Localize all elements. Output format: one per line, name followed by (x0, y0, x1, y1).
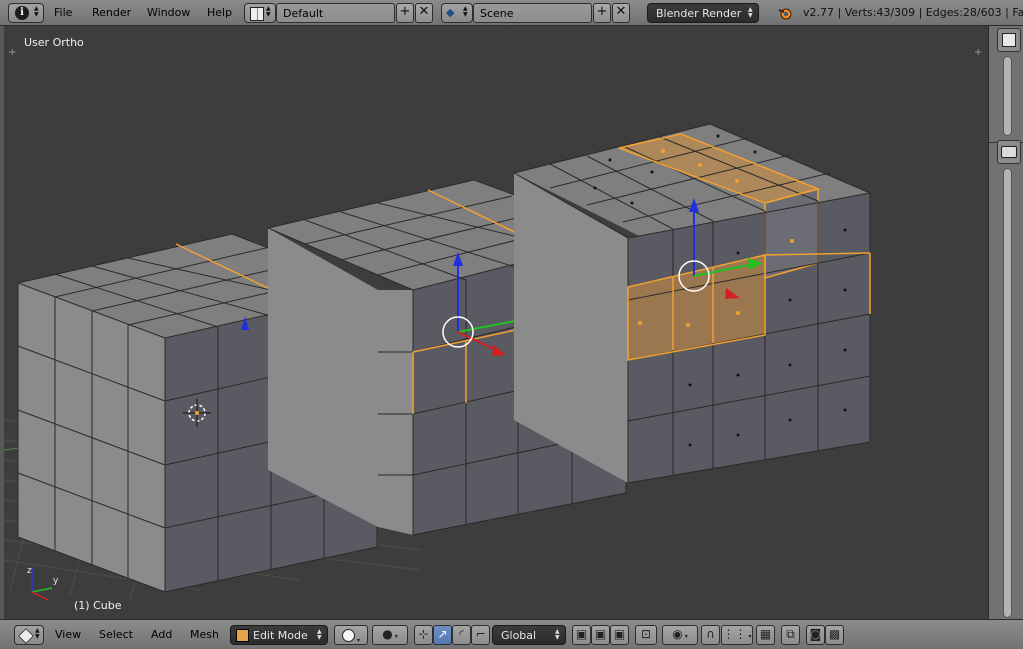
edit-mode-icon (236, 629, 249, 642)
render-animation-button[interactable]: ▩ (825, 625, 844, 645)
chevron-updown-icon: ▲ ▼ (748, 6, 753, 19)
info-icon: i (15, 6, 29, 20)
manipulator-toggle[interactable]: ⊹ (414, 625, 433, 645)
view-axis-gizmo (31, 568, 53, 601)
render-image-button[interactable]: ◙ (806, 625, 825, 645)
chevron-updown-icon: ▲ ▼ (463, 5, 468, 18)
cube-icon: ▣ (613, 627, 626, 641)
mesh-scene[interactable] (4, 27, 988, 619)
outliner-editor-button[interactable] (997, 28, 1021, 52)
chevron-updown-icon: ▲ ▼ (555, 628, 560, 641)
magnet-icon: ∩ (706, 627, 715, 641)
chevron-updown-icon: ▲ ▼ (317, 628, 322, 641)
menu-view[interactable]: View (55, 628, 81, 641)
view3d-header: ▲ ▼ View Select Add Mesh Edit Mode ▲ ▼ ▾ ●… (0, 619, 1023, 649)
screen-layout-browse-button[interactable]: ▲ ▼ (244, 3, 276, 23)
3d-viewport[interactable]: User Ortho (1) Cube z y + + (4, 27, 988, 619)
mesh-cube-right (513, 123, 871, 484)
mode-label: Edit Mode (253, 629, 308, 642)
layer-button-2[interactable]: ▣ (591, 625, 610, 645)
axis-z-label: z (27, 566, 32, 576)
scene-statistics: v2.77 | Verts:43/309 | Edges:28/603 | Fa… (803, 6, 1023, 19)
menu-add[interactable]: Add (151, 628, 172, 641)
properties-icon (1001, 146, 1017, 158)
object-name-label: (1) Cube (74, 599, 122, 612)
copy-icon: ⧉ (786, 627, 795, 641)
render-engine-label: Blender Render (656, 7, 742, 20)
pivot-point-button[interactable]: ● ▾ (372, 625, 408, 645)
camera-icon: ◙ (809, 627, 822, 641)
menu-window[interactable]: Window (147, 6, 190, 19)
pivot-icon: ● (382, 627, 393, 641)
layer-button-3[interactable]: ▣ (610, 625, 629, 645)
render-engine-dropdown[interactable]: Blender Render ▲ ▼ (647, 3, 759, 23)
tool-shelf-expand-icon[interactable]: + (8, 47, 16, 58)
orientation-label: Global (501, 629, 537, 642)
properties-expand-icon[interactable]: + (974, 47, 982, 58)
rotate-icon: ◜ (459, 627, 464, 641)
snap-toggle[interactable]: ∩ (701, 625, 720, 645)
chevron-updown-icon: ▲ ▼ (266, 5, 271, 18)
add-scene-button[interactable]: + (593, 3, 611, 23)
proportional-editing-button[interactable]: ◉ ▾ (662, 625, 698, 645)
remove-layout-button[interactable]: ✕ (415, 3, 433, 23)
menu-help[interactable]: Help (207, 6, 232, 19)
scale-manipulator-button[interactable]: ⌐ (471, 625, 490, 645)
properties-editor-button[interactable] (997, 140, 1021, 164)
translate-manipulator-button[interactable]: ↗ (433, 625, 452, 645)
outliner-scrollbar[interactable] (1003, 56, 1012, 136)
menu-mesh[interactable]: Mesh (190, 628, 219, 641)
menu-file[interactable]: File (54, 6, 72, 19)
view3d-icon (18, 628, 34, 644)
opengl-render-button[interactable]: ▦ (756, 625, 775, 645)
snap-increment-icon: ⋮⋮ (722, 627, 747, 641)
copy-render-button[interactable]: ⧉ (781, 625, 800, 645)
plus-icon: + (596, 4, 608, 19)
mode-dropdown[interactable]: Edit Mode ▲ ▼ (230, 625, 328, 645)
axis-y-label: y (53, 576, 59, 586)
close-icon: ✕ (615, 4, 627, 19)
outliner-icon (1002, 33, 1016, 47)
view-name-label: User Ortho (24, 36, 84, 49)
viewport-shading-button[interactable]: ▾ (334, 625, 368, 645)
close-icon: ✕ (418, 4, 430, 19)
arrow-icon: ↗ (437, 627, 448, 641)
layer-button-1[interactable]: ▣ (572, 625, 591, 645)
info-header: i ▲ ▼ File Render Window Help ▲ ▼ Default … (0, 0, 1023, 26)
cube-icon: ▣ (594, 627, 607, 641)
snap-element-button[interactable]: ⋮⋮ ▾ (721, 625, 753, 645)
chevron-updown-icon: ▲ ▼ (34, 5, 39, 18)
layout-grid-icon (250, 7, 264, 21)
scene-field[interactable]: Scene (473, 3, 592, 23)
transform-orientation-dropdown[interactable]: Global ▲ ▼ (492, 625, 566, 645)
scene-browse-button[interactable]: ◆ ▲ ▼ (441, 3, 473, 23)
blender-logo-icon (778, 6, 792, 20)
scale-icon: ⌐ (475, 627, 486, 641)
solid-shading-icon (342, 629, 356, 642)
editor-type-button[interactable]: i ▲ ▼ (8, 3, 44, 23)
clapper-icon: ▩ (828, 627, 841, 641)
render-still-icon: ▦ (759, 627, 772, 641)
add-layout-button[interactable]: + (396, 3, 414, 23)
proportional-icon: ◉ (672, 627, 683, 641)
editor-type-button[interactable]: ▲ ▼ (14, 625, 44, 645)
occlude-geometry-button[interactable]: ⊡ (635, 625, 657, 645)
occlude-icon: ⊡ (640, 627, 652, 641)
right-editor-panel (988, 26, 1023, 619)
properties-scrollbar[interactable] (1003, 168, 1012, 618)
menu-render[interactable]: Render (92, 6, 131, 19)
manipulator-icon: ⊹ (418, 627, 429, 641)
screen-layout-field[interactable]: Default (276, 3, 395, 23)
chevron-updown-icon: ▲ ▼ (35, 627, 40, 640)
rotate-manipulator-button[interactable]: ◜ (452, 625, 471, 645)
scene-icon: ◆ (446, 6, 455, 19)
remove-scene-button[interactable]: ✕ (612, 3, 630, 23)
plus-icon: + (399, 4, 411, 19)
menu-select[interactable]: Select (99, 628, 133, 641)
cube-icon: ▣ (575, 627, 588, 641)
